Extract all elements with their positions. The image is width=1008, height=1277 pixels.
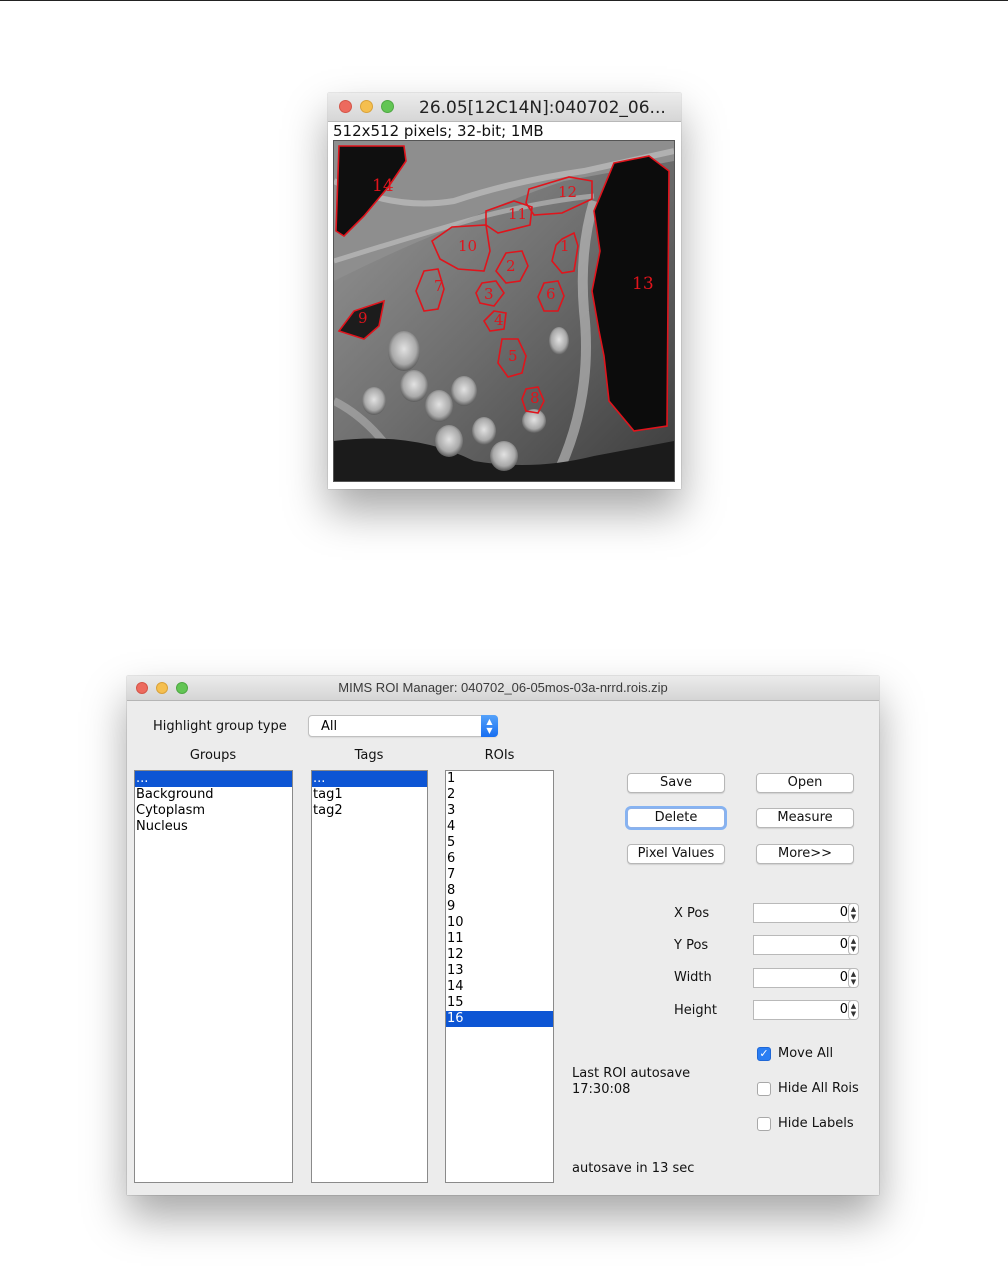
list-item[interactable]: Cytoplasm	[135, 803, 292, 819]
list-item[interactable]: 8	[446, 883, 553, 899]
roi-label-6: 6	[546, 285, 556, 303]
list-item[interactable]: tag2	[312, 803, 427, 819]
x-pos-label: X Pos	[674, 906, 710, 921]
y-pos-label: Y Pos	[674, 938, 709, 953]
list-item[interactable]: 4	[446, 819, 553, 835]
hide-labels-checkbox[interactable]	[757, 1117, 771, 1131]
list-item[interactable]: ...	[135, 771, 292, 787]
list-item[interactable]: 7	[446, 867, 553, 883]
height-field[interactable]: 0	[753, 1000, 855, 1020]
groups-header: Groups	[189, 748, 237, 763]
image-window[interactable]: 26.05[12C14N]:040702_06... 512x512 pixel…	[328, 93, 681, 489]
list-item[interactable]: 6	[446, 851, 553, 867]
tags-list[interactable]: ... tag1 tag2	[311, 770, 428, 1183]
roi-label-1: 1	[560, 237, 570, 255]
image-canvas[interactable]: 1 2 3 4 5 6 7 8 9 10 11 12 13 14	[333, 140, 675, 482]
window-controls	[339, 100, 394, 113]
roi-manager-window[interactable]: MIMS ROI Manager: 040702_06-05mos-03a-nr…	[127, 676, 879, 1195]
measure-button[interactable]: Measure	[756, 808, 854, 828]
roi-label-5: 5	[508, 347, 518, 365]
zoom-icon[interactable]	[381, 100, 394, 113]
y-pos-stepper[interactable]: ▲ ▼	[848, 935, 859, 955]
pixel-values-button[interactable]: Pixel Values	[627, 844, 725, 864]
autosave-countdown: autosave in 13 sec	[572, 1161, 695, 1176]
save-button[interactable]: Save	[627, 773, 725, 793]
highlight-group-type-select[interactable]: All ▲ ▼	[308, 715, 498, 737]
roi-label-13: 13	[632, 274, 654, 294]
roi-label-8: 8	[530, 389, 540, 407]
list-item[interactable]: 11	[446, 931, 553, 947]
last-autosave-label: Last ROI autosave	[572, 1066, 691, 1081]
hide-all-rois-checkbox[interactable]	[757, 1082, 771, 1096]
updown-arrows-icon[interactable]: ▲ ▼	[481, 715, 498, 737]
roi-manager-title: MIMS ROI Manager: 040702_06-05mos-03a-nr…	[338, 680, 668, 695]
height-label: Height	[674, 1003, 717, 1018]
top-divider	[0, 0, 1008, 1]
list-item[interactable]: 16	[446, 1011, 553, 1027]
mims-image[interactable]: 1 2 3 4 5 6 7 8 9 10 11 12 13 14	[334, 141, 674, 481]
more-button[interactable]: More>>	[756, 844, 854, 864]
hide-all-rois-label[interactable]: Hide All Rois	[778, 1081, 859, 1096]
list-item[interactable]: Nucleus	[135, 819, 292, 835]
checkmark-icon: ✓	[759, 1047, 769, 1060]
move-all-label[interactable]: Move All	[778, 1046, 833, 1061]
move-all-checkbox[interactable]: ✓	[757, 1047, 771, 1061]
image-info-text: 512x512 pixels; 32-bit; 1MB	[333, 122, 544, 140]
groups-list[interactable]: ... Background Cytoplasm Nucleus	[134, 770, 293, 1183]
roi-label-2: 2	[506, 257, 516, 275]
hide-labels-label[interactable]: Hide Labels	[778, 1116, 854, 1131]
width-label: Width	[674, 970, 712, 985]
roi-label-4: 4	[494, 311, 504, 329]
roi-label-11: 11	[508, 205, 527, 223]
minimize-icon[interactable]	[360, 100, 373, 113]
y-pos-field[interactable]: 0	[753, 935, 855, 955]
highlight-group-type-value: All	[321, 719, 338, 734]
list-item[interactable]: 15	[446, 995, 553, 1011]
roi-label-9: 9	[358, 309, 368, 327]
open-button[interactable]: Open	[756, 773, 854, 793]
width-field[interactable]: 0	[753, 968, 855, 988]
list-item[interactable]: 14	[446, 979, 553, 995]
roi-label-14: 14	[372, 176, 394, 196]
roi-label-7: 7	[434, 277, 444, 295]
list-item[interactable]: 12	[446, 947, 553, 963]
roi-manager-titlebar[interactable]: MIMS ROI Manager: 040702_06-05mos-03a-nr…	[127, 676, 879, 701]
image-window-titlebar[interactable]: 26.05[12C14N]:040702_06...	[328, 93, 681, 122]
list-item[interactable]: Background	[135, 787, 292, 803]
list-item[interactable]: 3	[446, 803, 553, 819]
list-item[interactable]: 10	[446, 915, 553, 931]
list-item[interactable]: 13	[446, 963, 553, 979]
x-pos-field[interactable]: 0	[753, 903, 855, 923]
list-item[interactable]: 1	[446, 771, 553, 787]
roi-label-10: 10	[458, 237, 477, 255]
tags-header: Tags	[354, 748, 384, 763]
last-autosave-time: 17:30:08	[572, 1082, 631, 1097]
rois-header: ROIs	[484, 748, 515, 763]
rois-list[interactable]: 1 2 3 4 5 6 7 8 9 10 11 12 13 14 15 16	[445, 770, 554, 1183]
close-icon[interactable]	[339, 100, 352, 113]
list-item[interactable]: tag1	[312, 787, 427, 803]
x-pos-stepper[interactable]: ▲ ▼	[848, 903, 859, 923]
roi-label-12: 12	[558, 183, 577, 201]
image-window-title: 26.05[12C14N]:040702_06...	[419, 98, 666, 118]
list-item[interactable]: 9	[446, 899, 553, 915]
list-item[interactable]: ...	[312, 771, 427, 787]
delete-button[interactable]: Delete	[627, 808, 725, 828]
height-stepper[interactable]: ▲ ▼	[848, 1000, 859, 1020]
width-stepper[interactable]: ▲ ▼	[848, 968, 859, 988]
list-item[interactable]: 5	[446, 835, 553, 851]
roi-label-3: 3	[484, 285, 494, 303]
highlight-group-type-label: Highlight group type	[153, 719, 287, 734]
list-item[interactable]: 2	[446, 787, 553, 803]
